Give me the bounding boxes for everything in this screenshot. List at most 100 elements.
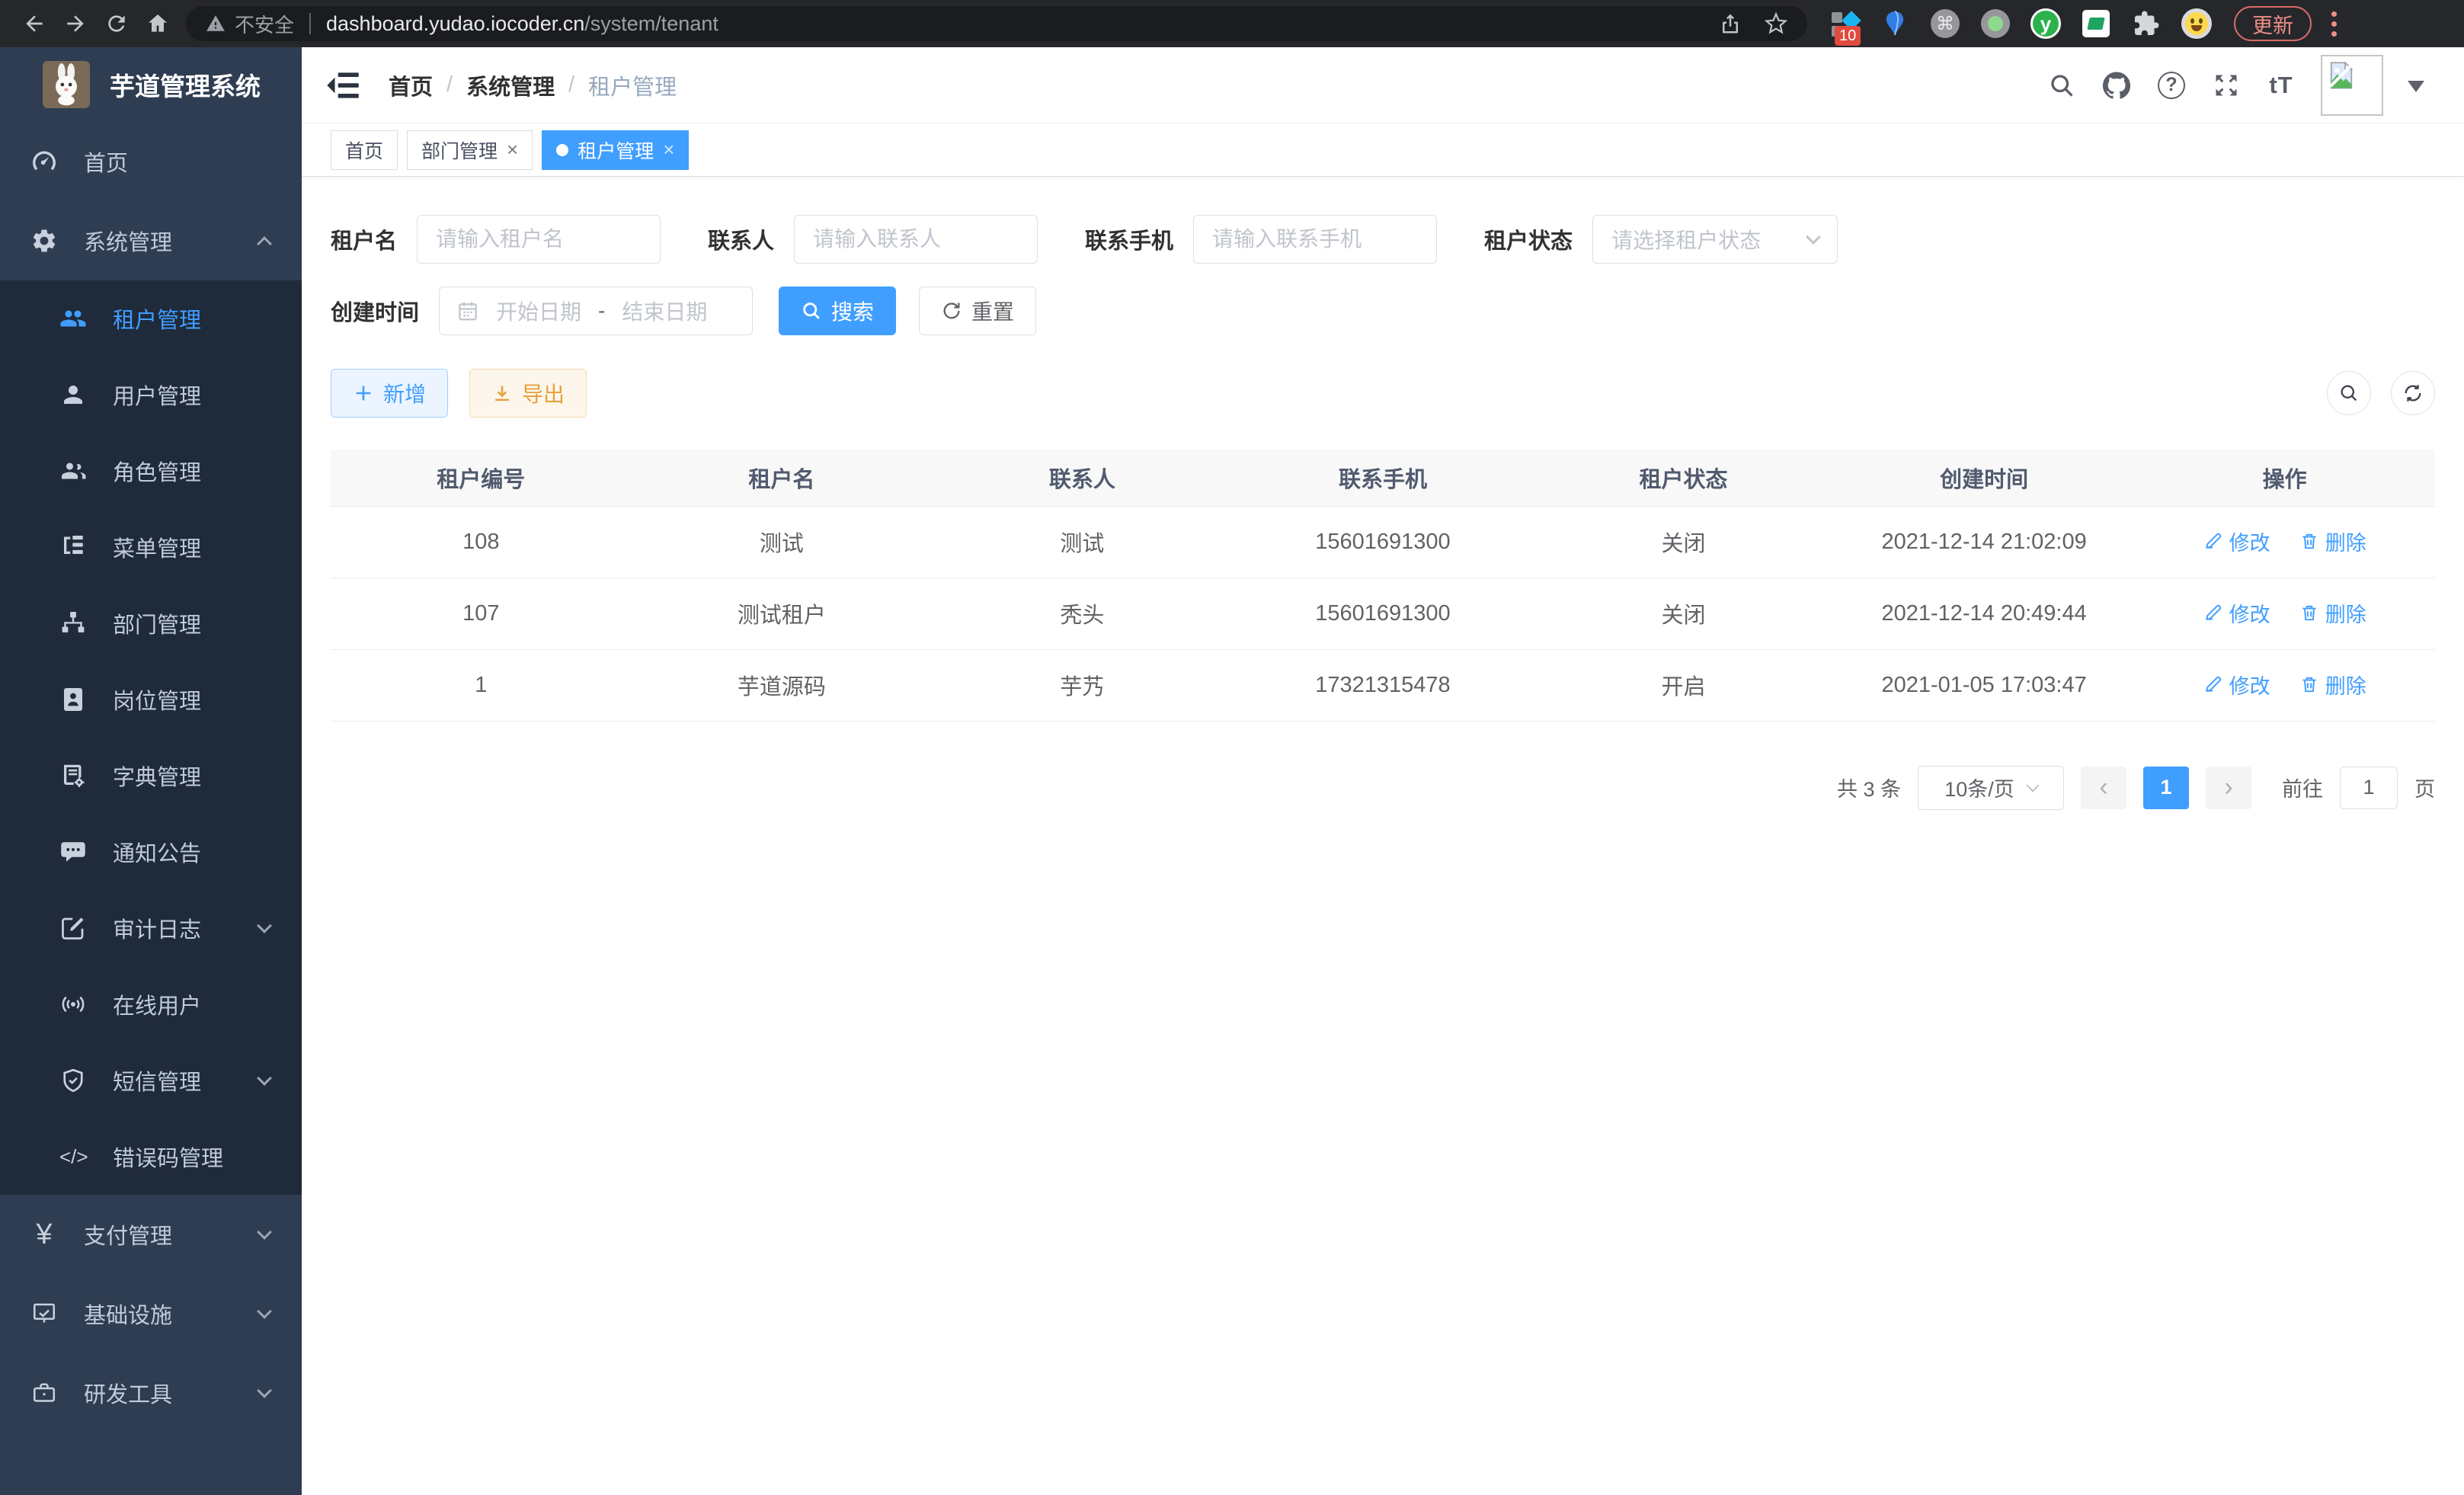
sidebar-item-dept[interactable]: 部门管理 [0,585,302,661]
extension-command-icon[interactable]: ⌘ [1929,8,1961,40]
reload-icon [104,11,129,36]
contact-label: 联系人 [708,223,774,255]
sidebar-item-role[interactable]: 角色管理 [0,433,302,509]
sidebar-item-menu[interactable]: 菜单管理 [0,509,302,585]
mobile-input[interactable] [1193,215,1437,264]
sidebar-item-notice[interactable]: 通知公告 [0,814,302,890]
col-actions: 操作 [2134,450,2435,506]
sidebar-item-error-code[interactable]: </> 错误码管理 [0,1119,302,1195]
gear-icon [30,227,58,255]
search-button[interactable]: 搜索 [779,287,896,335]
total-count: 共 3 条 [1837,773,1901,802]
status-select[interactable]: 请选择租户状态 [1592,215,1838,264]
contact-input[interactable] [794,215,1038,264]
sidebar-item-dict[interactable]: 字典管理 [0,738,302,814]
add-button[interactable]: 新增 [331,369,448,418]
users-icon [59,305,87,332]
date-end-placeholder: 结束日期 [622,296,707,326]
extension-yuque-icon[interactable]: y [2030,8,2062,40]
browser-home-button[interactable] [137,3,178,44]
close-icon[interactable]: × [663,138,674,162]
main-panel: 租户名 联系人 联系手机 租户状态 请选择租户状态 [302,177,2464,1495]
user-icon [59,381,87,408]
close-icon[interactable]: × [507,138,518,162]
tab-home[interactable]: 首页 [331,130,398,170]
export-button[interactable]: 导出 [469,369,587,418]
chevron-down-icon [257,1383,272,1398]
sidebar-item-infra[interactable]: 基础设施 [0,1274,302,1353]
github-icon[interactable] [2101,70,2132,101]
sidebar-toggle-icon[interactable] [325,66,363,104]
extension-balloon-icon[interactable] [1879,8,1911,40]
avatar-caret-down-icon[interactable] [2408,81,2424,101]
help-icon[interactable]: ? [2156,70,2187,101]
tenant-name-input[interactable] [417,215,661,264]
browser-menu-button[interactable] [2331,11,2337,37]
sidebar-item-system[interactable]: 系统管理 [0,201,302,280]
extension-chat-icon[interactable] [2080,8,2112,40]
date-range-picker[interactable]: 开始日期 - 结束日期 [439,287,753,335]
extension-recorder-icon[interactable] [1979,8,2011,40]
reset-button[interactable]: 重置 [919,287,1036,335]
header-search-icon[interactable] [2046,70,2077,101]
browser-update-button[interactable]: 更新 [2234,6,2312,41]
delete-button[interactable]: 删除 [2299,527,2366,556]
breadcrumb-separator: / [568,72,574,98]
sidebar-item-online-users[interactable]: 在线用户 [0,966,302,1042]
sidebar-item-user[interactable]: 用户管理 [0,357,302,433]
address-bar[interactable]: 不安全 dashboard.yudao.iocoder.cn /system/t… [186,6,1807,41]
id-badge-icon [59,686,87,713]
sidebar-item-audit-log[interactable]: 审计日志 [0,890,302,966]
page-1-button[interactable]: 1 [2143,767,2189,809]
system-submenu: 租户管理 用户管理 角色管理 菜单管理 部门管理 岗位管理 [0,280,302,1195]
yen-icon: ¥ [30,1218,58,1251]
extensions-puzzle-icon[interactable] [2130,8,2162,40]
sidebar-item-tenant[interactable]: 租户管理 [0,280,302,357]
fullscreen-icon[interactable] [2211,70,2242,101]
edit-button[interactable]: 修改 [2203,527,2270,556]
col-tenant-id: 租户编号 [331,450,632,506]
sidebar-item-label: 错误码管理 [113,1141,223,1173]
refresh-table-button[interactable] [2391,371,2435,415]
tab-tenant-active[interactable]: 租户管理 × [542,130,689,170]
sidebar-item-home[interactable]: 首页 [0,122,302,201]
page-size-select[interactable]: 10条/页 [1918,766,2064,810]
col-mobile: 联系手机 [1233,450,1534,506]
browser-reload-button[interactable] [96,3,137,44]
org-tree-icon [59,610,87,637]
sidebar-item-post[interactable]: 岗位管理 [0,661,302,738]
sidebar-item-label: 系统管理 [84,225,172,257]
search-icon [2338,383,2360,404]
breadcrumb-system[interactable]: 系统管理 [466,69,555,101]
share-icon[interactable] [1719,12,1742,35]
edit-button[interactable]: 修改 [2203,598,2270,628]
browser-back-button[interactable] [14,3,55,44]
sidebar-logo-row: 芋道管理系统 [0,47,302,122]
browser-forward-button[interactable] [55,3,96,44]
prev-page-button[interactable]: ‹ [2081,767,2126,809]
sidebar-item-dev-tools[interactable]: 研发工具 [0,1353,302,1433]
date-start-placeholder: 开始日期 [496,296,581,326]
sidebar-item-pay[interactable]: ¥ 支付管理 [0,1195,302,1274]
delete-button[interactable]: 删除 [2299,670,2366,699]
goto-page-input[interactable] [2340,767,2398,809]
next-page-button[interactable]: › [2206,767,2251,809]
delete-button[interactable]: 删除 [2299,598,2366,628]
avatar[interactable] [2321,55,2383,116]
pencil-icon [2203,531,2223,551]
bookmark-star-icon[interactable] [1765,12,1787,35]
top-navbar: 首页 / 系统管理 / 租户管理 ? tT [302,47,2464,123]
table-row: 108 测试 测试 15601691300 关闭 2021-12-14 21:0… [331,506,2435,578]
edit-button[interactable]: 修改 [2203,670,2270,699]
mobile-label: 联系手机 [1085,223,1173,255]
toggle-search-button[interactable] [2327,371,2371,415]
text-size-icon[interactable]: tT [2266,70,2296,101]
calendar-icon [456,299,479,322]
extension-tabs-icon[interactable]: 10 [1829,8,1861,40]
extension-emoji-icon[interactable] [2181,8,2213,40]
tab-dept[interactable]: 部门管理 × [407,130,533,170]
breadcrumb-home[interactable]: 首页 [389,69,433,101]
tenant-table: 租户编号 租户名 联系人 联系手机 租户状态 创建时间 操作 108 测试 测试 [331,450,2435,722]
sidebar-item-sms[interactable]: 短信管理 [0,1042,302,1119]
table-row: 107 测试租户 秃头 15601691300 关闭 2021-12-14 20… [331,578,2435,649]
